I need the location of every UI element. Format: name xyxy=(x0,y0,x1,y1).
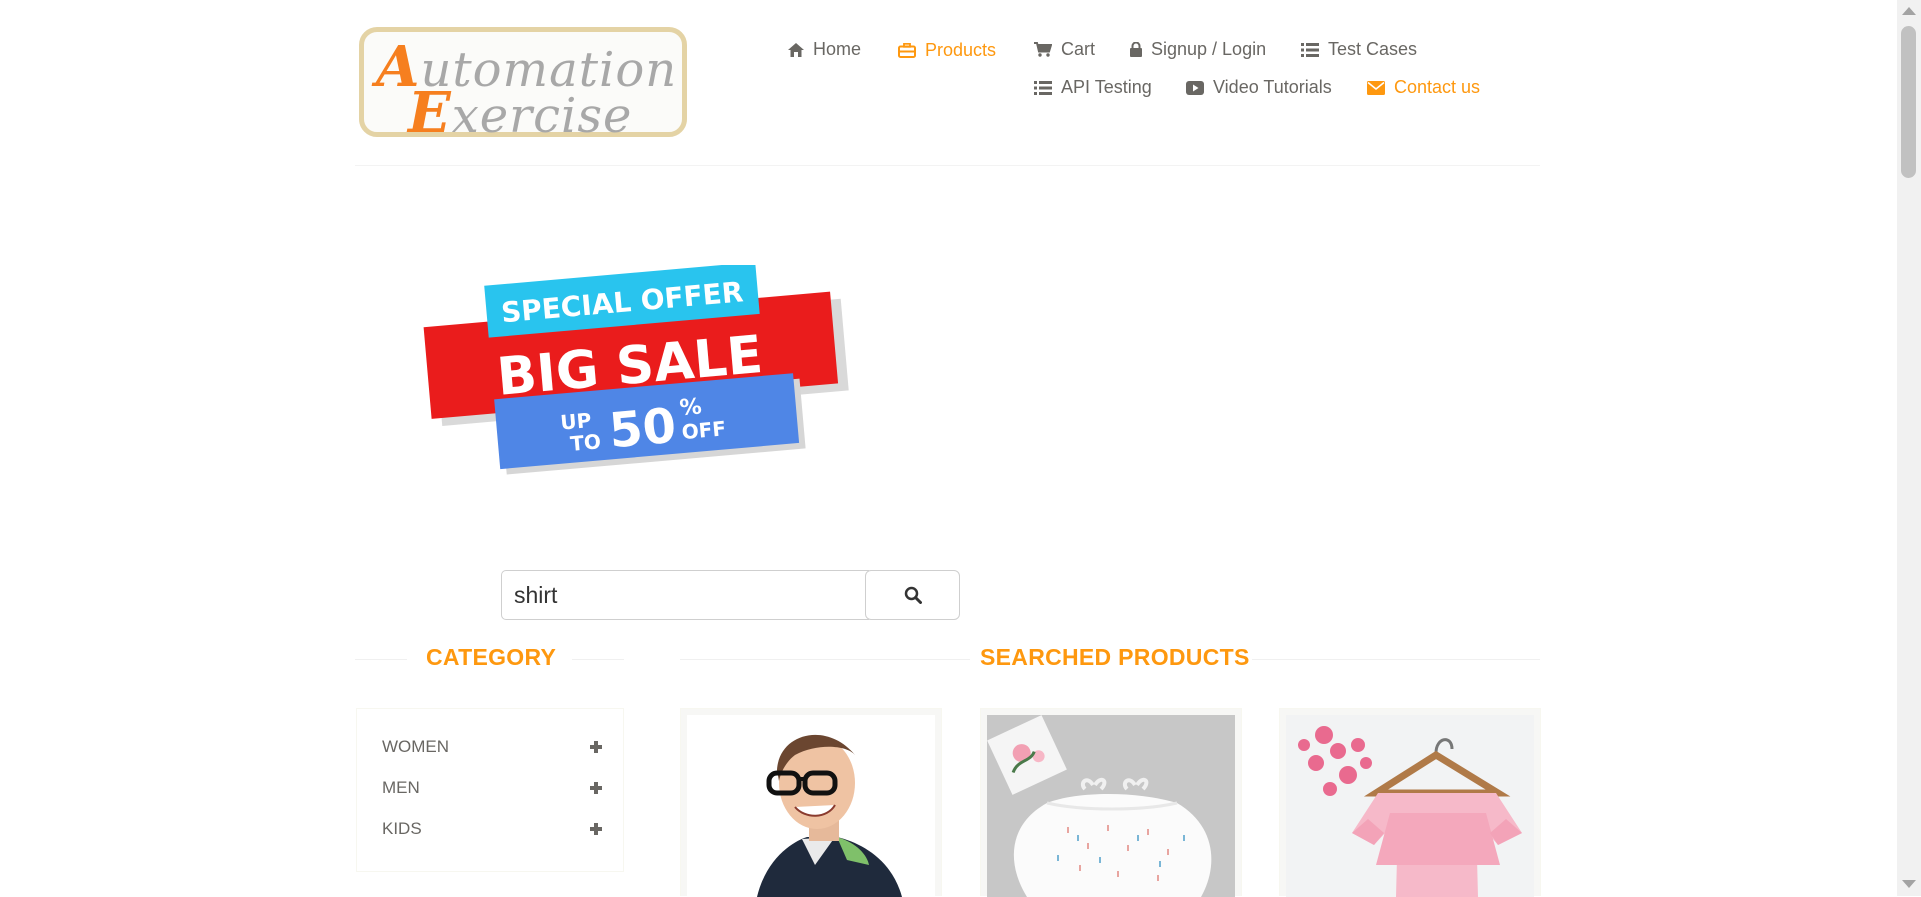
category-item-label: MEN xyxy=(382,778,420,797)
search-button[interactable] xyxy=(865,570,960,620)
nav-video-tutorials[interactable]: Video Tutorials xyxy=(1186,77,1332,98)
sale-banner: SPECIAL OFFER BIG SALE UP TO 50 % OFF xyxy=(415,262,855,495)
nav-signup-login-label: Signup / Login xyxy=(1151,39,1267,59)
banner-off: OFF xyxy=(681,416,727,444)
product-image-girl-top-white xyxy=(987,715,1235,897)
nav-home[interactable]: Home xyxy=(788,39,861,60)
category-item-kids[interactable]: KIDS xyxy=(382,817,602,841)
products-title-rule-right xyxy=(1252,659,1540,660)
plus-icon[interactable] xyxy=(590,782,602,794)
product-image-man-shirt xyxy=(687,715,935,897)
nav-cart-label: Cart xyxy=(1061,39,1096,59)
product-image-girl-top-pink xyxy=(1286,715,1534,897)
category-title: CATEGORY xyxy=(426,644,557,670)
products-title-rule-left xyxy=(680,659,970,660)
category-title-rule-left xyxy=(355,659,407,660)
header-divider xyxy=(355,165,1540,166)
nav-products-label: Products xyxy=(925,40,997,60)
category-item-men[interactable]: MEN xyxy=(382,776,602,800)
category-item-label: KIDS xyxy=(382,819,422,838)
nav-cart[interactable]: Cart xyxy=(1034,39,1095,60)
site-logo[interactable]: Automation Exercise xyxy=(359,27,687,146)
product-card xyxy=(680,708,942,897)
nav-contact-us-label: Contact us xyxy=(1394,77,1481,97)
lock-icon xyxy=(1130,42,1142,57)
category-item-label: WOMEN xyxy=(382,737,450,756)
nav-contact-us[interactable]: Contact us xyxy=(1367,77,1480,98)
nav-test-cases[interactable]: Test Cases xyxy=(1301,39,1417,60)
category-item-women[interactable]: WOMEN xyxy=(382,735,602,759)
product-card xyxy=(1279,708,1541,897)
scrollbar-thumb[interactable] xyxy=(1901,26,1916,178)
envelope-icon xyxy=(1367,80,1385,95)
scroll-down-icon[interactable] xyxy=(1902,880,1916,888)
plus-icon[interactable] xyxy=(590,741,602,753)
scroll-up-icon[interactable] xyxy=(1902,7,1916,15)
nav-products[interactable]: Products xyxy=(898,40,996,61)
category-panel: WOMEN MEN KIDS xyxy=(356,708,624,872)
nav-video-tutorials-label: Video Tutorials xyxy=(1213,77,1332,97)
home-icon xyxy=(788,42,804,57)
product-card xyxy=(980,708,1242,897)
nav-signup-login[interactable]: Signup / Login xyxy=(1130,39,1266,60)
search-icon xyxy=(904,586,922,604)
banner-to: TO xyxy=(569,429,602,456)
nav-home-label: Home xyxy=(813,39,862,59)
search-input[interactable] xyxy=(501,570,869,620)
list-icon xyxy=(1301,42,1319,57)
nav-test-cases-label: Test Cases xyxy=(1328,39,1418,59)
cart-icon xyxy=(1034,42,1052,57)
nav-api-testing-label: API Testing xyxy=(1061,77,1152,97)
banner-fifty: 50 xyxy=(607,398,678,460)
banner-percent: % xyxy=(679,394,703,421)
plus-icon[interactable] xyxy=(590,823,602,835)
page-scrollbar[interactable] xyxy=(1897,0,1921,896)
briefcase-icon xyxy=(898,43,916,58)
list-icon xyxy=(1034,80,1052,95)
nav-api-testing[interactable]: API Testing xyxy=(1034,77,1152,98)
searched-products-title: SEARCHED PRODUCTS xyxy=(980,644,1250,670)
youtube-icon xyxy=(1186,80,1204,95)
logo-line-2: Exercise xyxy=(408,80,633,146)
category-title-rule-right xyxy=(572,659,624,660)
